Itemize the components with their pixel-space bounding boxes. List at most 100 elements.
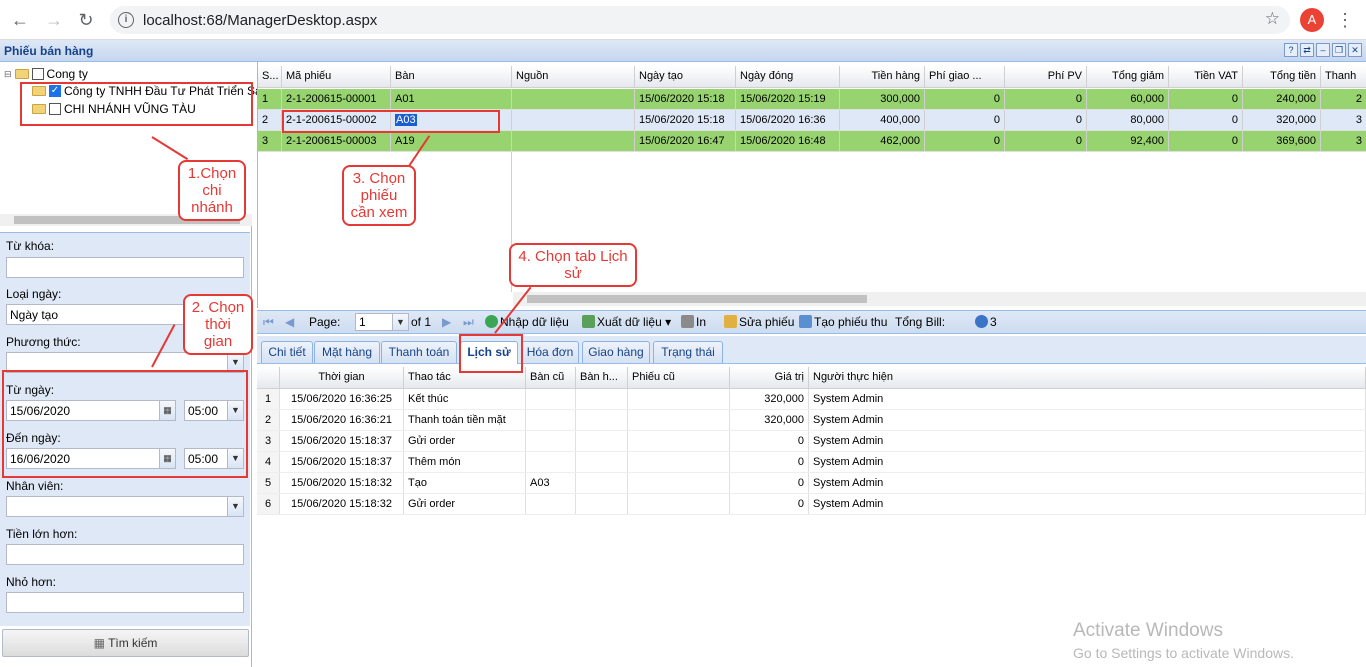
- cell-table: A19: [391, 131, 512, 151]
- minimize-icon[interactable]: –: [1316, 43, 1330, 57]
- info-icon: [975, 315, 988, 328]
- col-service[interactable]: Phí PV: [1005, 66, 1087, 87]
- hcell-time: 15/06/2020 16:36:21: [280, 410, 404, 430]
- hcol-action[interactable]: Thao tác: [404, 367, 526, 388]
- tab-giao-hang[interactable]: Giao hàng: [582, 341, 650, 363]
- chevron-down-icon[interactable]: ▼: [227, 449, 243, 468]
- chevron-down-icon[interactable]: ▼: [227, 401, 243, 420]
- history-row[interactable]: 2 15/06/2020 16:36:21 Thanh toán tiền mặ…: [257, 410, 1366, 431]
- cell-goods: 462,000: [840, 131, 925, 151]
- col-table[interactable]: Bàn: [391, 66, 512, 87]
- export-icon: [582, 315, 595, 328]
- chevron-down-icon[interactable]: ▼: [227, 497, 243, 516]
- history-row[interactable]: 3 15/06/2020 15:18:37 Gửi order 0 System…: [257, 431, 1366, 452]
- last-page-icon[interactable]: ⏭: [463, 315, 474, 330]
- col-closed[interactable]: Ngày đóng: [736, 66, 840, 87]
- next-page-icon[interactable]: ▶: [442, 315, 451, 329]
- address-bar[interactable]: i localhost:68/ManagerDesktop.aspx ☆: [110, 6, 1290, 34]
- less-than-label: Nhỏ hơn:: [6, 575, 56, 589]
- print-button[interactable]: In: [681, 315, 706, 329]
- tree-node-checkbox[interactable]: [49, 103, 61, 115]
- first-page-icon[interactable]: ⏮: [263, 315, 274, 330]
- page-input[interactable]: 1 ▼: [355, 313, 409, 331]
- site-info-icon[interactable]: i: [118, 12, 134, 28]
- col-goods[interactable]: Tiền hàng: [840, 66, 925, 87]
- bookmark-star-icon[interactable]: ☆: [1265, 9, 1280, 29]
- calendar-icon[interactable]: ▦: [159, 449, 175, 468]
- grid-row[interactable]: 1 2-1-200615-00001 A01 15/06/2020 15:18 …: [258, 89, 1366, 110]
- hcol-old-table[interactable]: Bàn cũ: [526, 367, 576, 388]
- callout-step4: 4. Chọn tab Lịch sử: [509, 243, 637, 287]
- hcol-time[interactable]: Thời gian: [280, 367, 404, 388]
- col-total[interactable]: Tổng tiền: [1243, 66, 1321, 87]
- calendar-icon[interactable]: ▦: [159, 401, 175, 420]
- staff-select[interactable]: ▼: [6, 496, 244, 517]
- profile-avatar[interactable]: A: [1300, 8, 1324, 32]
- tab-lich-su[interactable]: Lịch sử: [460, 341, 518, 364]
- history-row[interactable]: 4 15/06/2020 15:18:37 Thêm món 0 System …: [257, 452, 1366, 473]
- chevron-down-icon[interactable]: ▼: [392, 314, 408, 330]
- to-time-select[interactable]: 05:00 ▼: [184, 448, 244, 469]
- reload-icon[interactable]: ↻: [74, 8, 98, 32]
- hcol-old-bill[interactable]: Phiếu cũ: [628, 367, 730, 388]
- col-stt[interactable]: S...: [258, 66, 282, 87]
- export-button[interactable]: Xuất dữ liệu ▾: [582, 315, 671, 329]
- hcol-value[interactable]: Giá trị: [730, 367, 809, 388]
- keyword-input[interactable]: [6, 257, 244, 278]
- cell-discount: 92,400: [1087, 131, 1169, 151]
- create-receipt-button[interactable]: Tạo phiếu thu: [799, 315, 887, 329]
- search-button[interactable]: ▦ Tìm kiếm: [2, 629, 249, 657]
- col-ship[interactable]: Phí giao ...: [925, 66, 1005, 87]
- hcell-num: 5: [257, 473, 280, 493]
- forward-icon[interactable]: →: [42, 8, 66, 32]
- grid-row-selected[interactable]: 2 2-1-200615-00002 A03 15/06/2020 15:18 …: [258, 110, 1366, 131]
- help-icon[interactable]: ?: [1284, 43, 1298, 57]
- col-source[interactable]: Nguồn: [512, 66, 635, 87]
- tree-node-vungtau[interactable]: CHI NHÁNH VŨNG TÀU: [32, 100, 196, 118]
- hcol-user[interactable]: Người thực hiện: [809, 367, 1366, 388]
- refresh-icon[interactable]: ⇄: [1300, 43, 1314, 57]
- col-vat[interactable]: Tiền VAT: [1169, 66, 1243, 87]
- chevron-down-icon[interactable]: ▼: [227, 353, 243, 372]
- col-discount[interactable]: Tổng giảm: [1087, 66, 1169, 87]
- method-select[interactable]: ▼: [6, 352, 244, 373]
- tree-root[interactable]: ⊟ Cong ty: [4, 65, 88, 83]
- window-title: Phiếu bán hàng: [4, 44, 94, 58]
- history-row[interactable]: 5 15/06/2020 15:18:32 Tạo A03 0 System A…: [257, 473, 1366, 494]
- browser-menu-icon[interactable]: ⋮: [1336, 8, 1354, 32]
- from-date-input[interactable]: 15/06/2020 ▦: [6, 400, 176, 421]
- edit-bill-button[interactable]: Sửa phiếu: [724, 315, 794, 329]
- tab-hoa-don[interactable]: Hóa đơn: [521, 341, 579, 363]
- hcell-old-table: [526, 452, 576, 472]
- prev-page-icon[interactable]: ◀: [285, 315, 294, 329]
- tree-node-checkbox[interactable]: ✓: [49, 85, 61, 97]
- tree-root-checkbox[interactable]: [31, 68, 44, 80]
- history-row[interactable]: 6 15/06/2020 15:18:32 Gửi order 0 System…: [257, 494, 1366, 515]
- more-than-input[interactable]: [6, 544, 244, 565]
- restore-icon[interactable]: ❐: [1332, 43, 1346, 57]
- to-date-input[interactable]: 16/06/2020 ▦: [6, 448, 176, 469]
- tree-node-company[interactable]: ✓ Công ty TNHH Đầu Tư Phát Triển Sài: [32, 82, 264, 100]
- print-icon: [681, 315, 694, 328]
- tab-thanh-toan[interactable]: Thanh toán: [381, 341, 457, 363]
- hcol-new-table[interactable]: Bàn h...: [576, 367, 628, 388]
- method-label: Phương thức:: [6, 335, 81, 349]
- col-paid[interactable]: Thanh: [1321, 66, 1366, 87]
- cell-created: 15/06/2020 16:47: [635, 131, 736, 151]
- tab-mat-hang[interactable]: Mặt hàng: [314, 341, 380, 363]
- cell-service: 0: [1005, 131, 1087, 151]
- col-created[interactable]: Ngày tạo: [635, 66, 736, 87]
- less-than-input[interactable]: [6, 592, 244, 613]
- tab-trang-thai[interactable]: Trạng thái: [653, 341, 723, 363]
- back-icon[interactable]: ←: [8, 8, 32, 32]
- close-icon[interactable]: ✕: [1348, 43, 1362, 57]
- col-code[interactable]: Mã phiếu: [282, 66, 391, 87]
- collapse-icon[interactable]: ⊟: [4, 69, 12, 80]
- tab-chi-tiet[interactable]: Chi tiết: [261, 341, 313, 363]
- grid-scrollbar[interactable]: [513, 292, 1366, 306]
- cell-stt: 3: [258, 131, 282, 151]
- cell-paid: 3: [1321, 110, 1366, 130]
- folder-icon: [32, 86, 46, 96]
- history-row[interactable]: 1 15/06/2020 16:36:25 Kết thúc 320,000 S…: [257, 389, 1366, 410]
- from-time-select[interactable]: 05:00 ▼: [184, 400, 244, 421]
